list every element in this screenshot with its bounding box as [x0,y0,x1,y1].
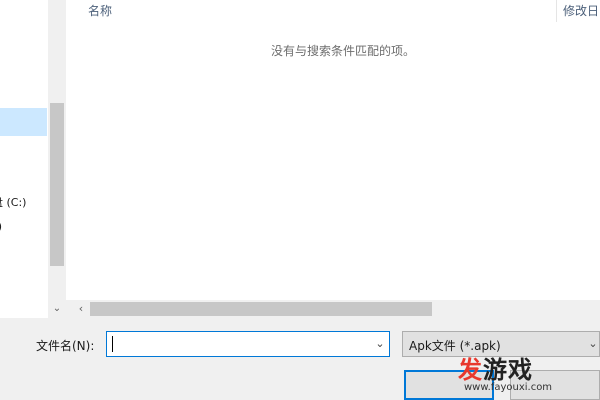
chevron-down-icon[interactable]: ⌄ [48,300,66,318]
column-header-date-modified[interactable]: 修改日 [563,2,599,19]
nav-item-drive-c[interactable]: 盘 (C:) [0,194,26,210]
nav-scrollbar-thumb[interactable] [50,103,64,266]
filename-label: 文件名(N): [36,339,95,353]
nav-item-drive-2[interactable]: :) [0,220,2,233]
column-divider[interactable] [556,0,557,22]
watermark-brand: 发游戏 [458,356,533,384]
watermark-logo: 发游戏 www.fayouxi.com [458,350,600,400]
empty-results-message: 没有与搜索条件匹配的项。 [271,44,416,58]
chevron-down-icon[interactable]: ⌄ [372,336,388,352]
text-caret [112,336,113,352]
horizontal-scrollbar-thumb[interactable] [90,302,432,316]
filename-input[interactable] [106,331,390,357]
watermark-url: www.fayouxi.com [464,382,553,393]
chevron-left-icon[interactable]: ‹ [73,300,89,318]
nav-selected-item[interactable] [0,108,47,136]
column-header-name[interactable]: 名称 [88,2,112,19]
